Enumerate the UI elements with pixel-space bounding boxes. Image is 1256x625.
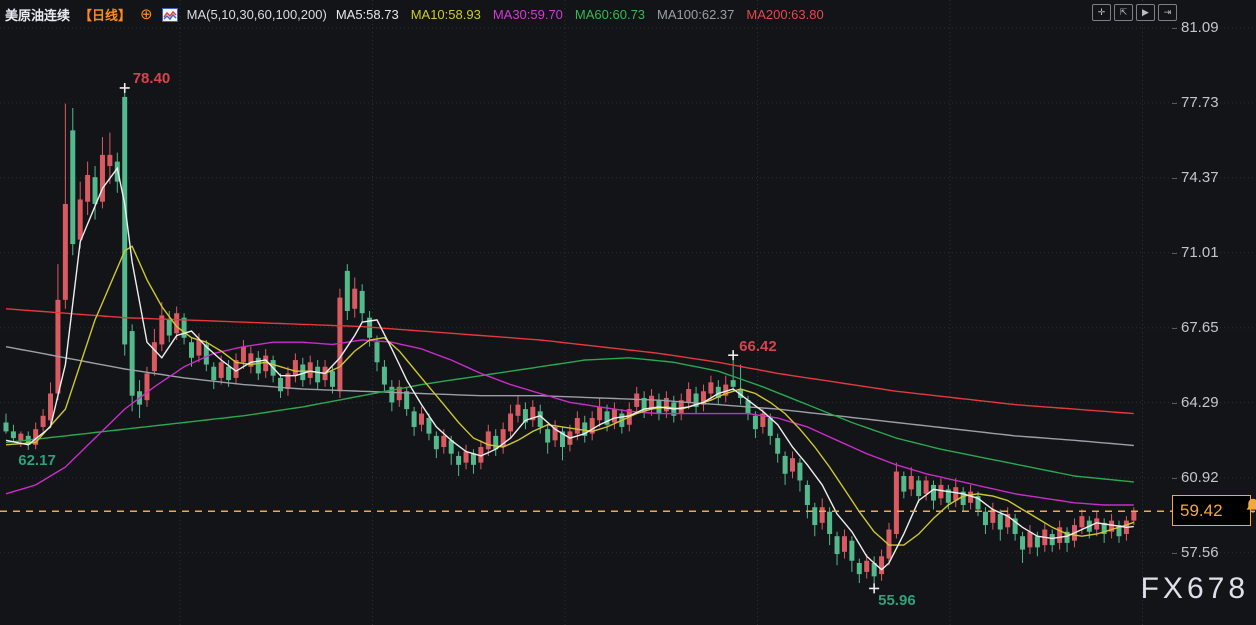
chart-toolbar: ✛⇱▶⇥ xyxy=(1092,4,1177,21)
current-price-value: 59.42 xyxy=(1180,501,1223,521)
ma60-readout: MA60:60.73 xyxy=(575,7,645,22)
ma-readouts: MA5:58.73 MA10:58.93 MA30:59.70 MA60:60.73 M… xyxy=(336,7,824,22)
symbol-name[interactable]: 美原油连续 xyxy=(5,5,70,24)
alert-bell-icon[interactable] xyxy=(1244,497,1256,520)
period-label[interactable]: 【日线】 xyxy=(79,5,131,24)
extreme-cross-marker xyxy=(120,83,130,93)
chart-window: 81.0977.7374.3771.0167.6564.2960.9257.56… xyxy=(0,0,1256,625)
scale-left-button[interactable]: ⇱ xyxy=(1114,4,1133,21)
ma30-readout: MA30:59.70 xyxy=(493,7,563,22)
low-price-label: 55.96 xyxy=(878,592,916,609)
chart-header: 美原油连续 【日线】 ⊕ MA(5,10,30,60,100,200) MA5:… xyxy=(5,5,824,24)
pan-mode-button[interactable]: ✛ xyxy=(1092,4,1111,21)
current-price-tag: 59.42 xyxy=(1172,495,1251,526)
grid-layer xyxy=(0,0,1256,625)
candlestick-chart[interactable] xyxy=(0,0,1256,625)
compare-add-icon[interactable]: ⊕ xyxy=(140,7,153,22)
ma100-readout: MA100:62.37 xyxy=(657,7,734,22)
go-to-realtime-button[interactable]: ⇥ xyxy=(1158,4,1177,21)
auto-scroll-button[interactable]: ▶ xyxy=(1136,4,1155,21)
high-price-label: 78.40 xyxy=(133,70,171,87)
ma200-readout: MA200:63.80 xyxy=(746,7,823,22)
ma5-line xyxy=(6,168,1134,569)
extreme-cross-marker xyxy=(728,350,738,360)
ma30-line xyxy=(6,340,1134,505)
candles-layer[interactable] xyxy=(4,88,1137,588)
ma10-readout: MA10:58.93 xyxy=(411,7,481,22)
ma-formula: MA(5,10,30,60,100,200) xyxy=(187,7,327,22)
indicator-chart-icon[interactable] xyxy=(162,8,178,22)
watermark: FX678 xyxy=(1141,572,1249,606)
swing-low-label: 62.17 xyxy=(18,452,56,469)
ma5-readout: MA5:58.73 xyxy=(336,7,399,22)
swing-high-label: 66.42 xyxy=(739,338,777,355)
